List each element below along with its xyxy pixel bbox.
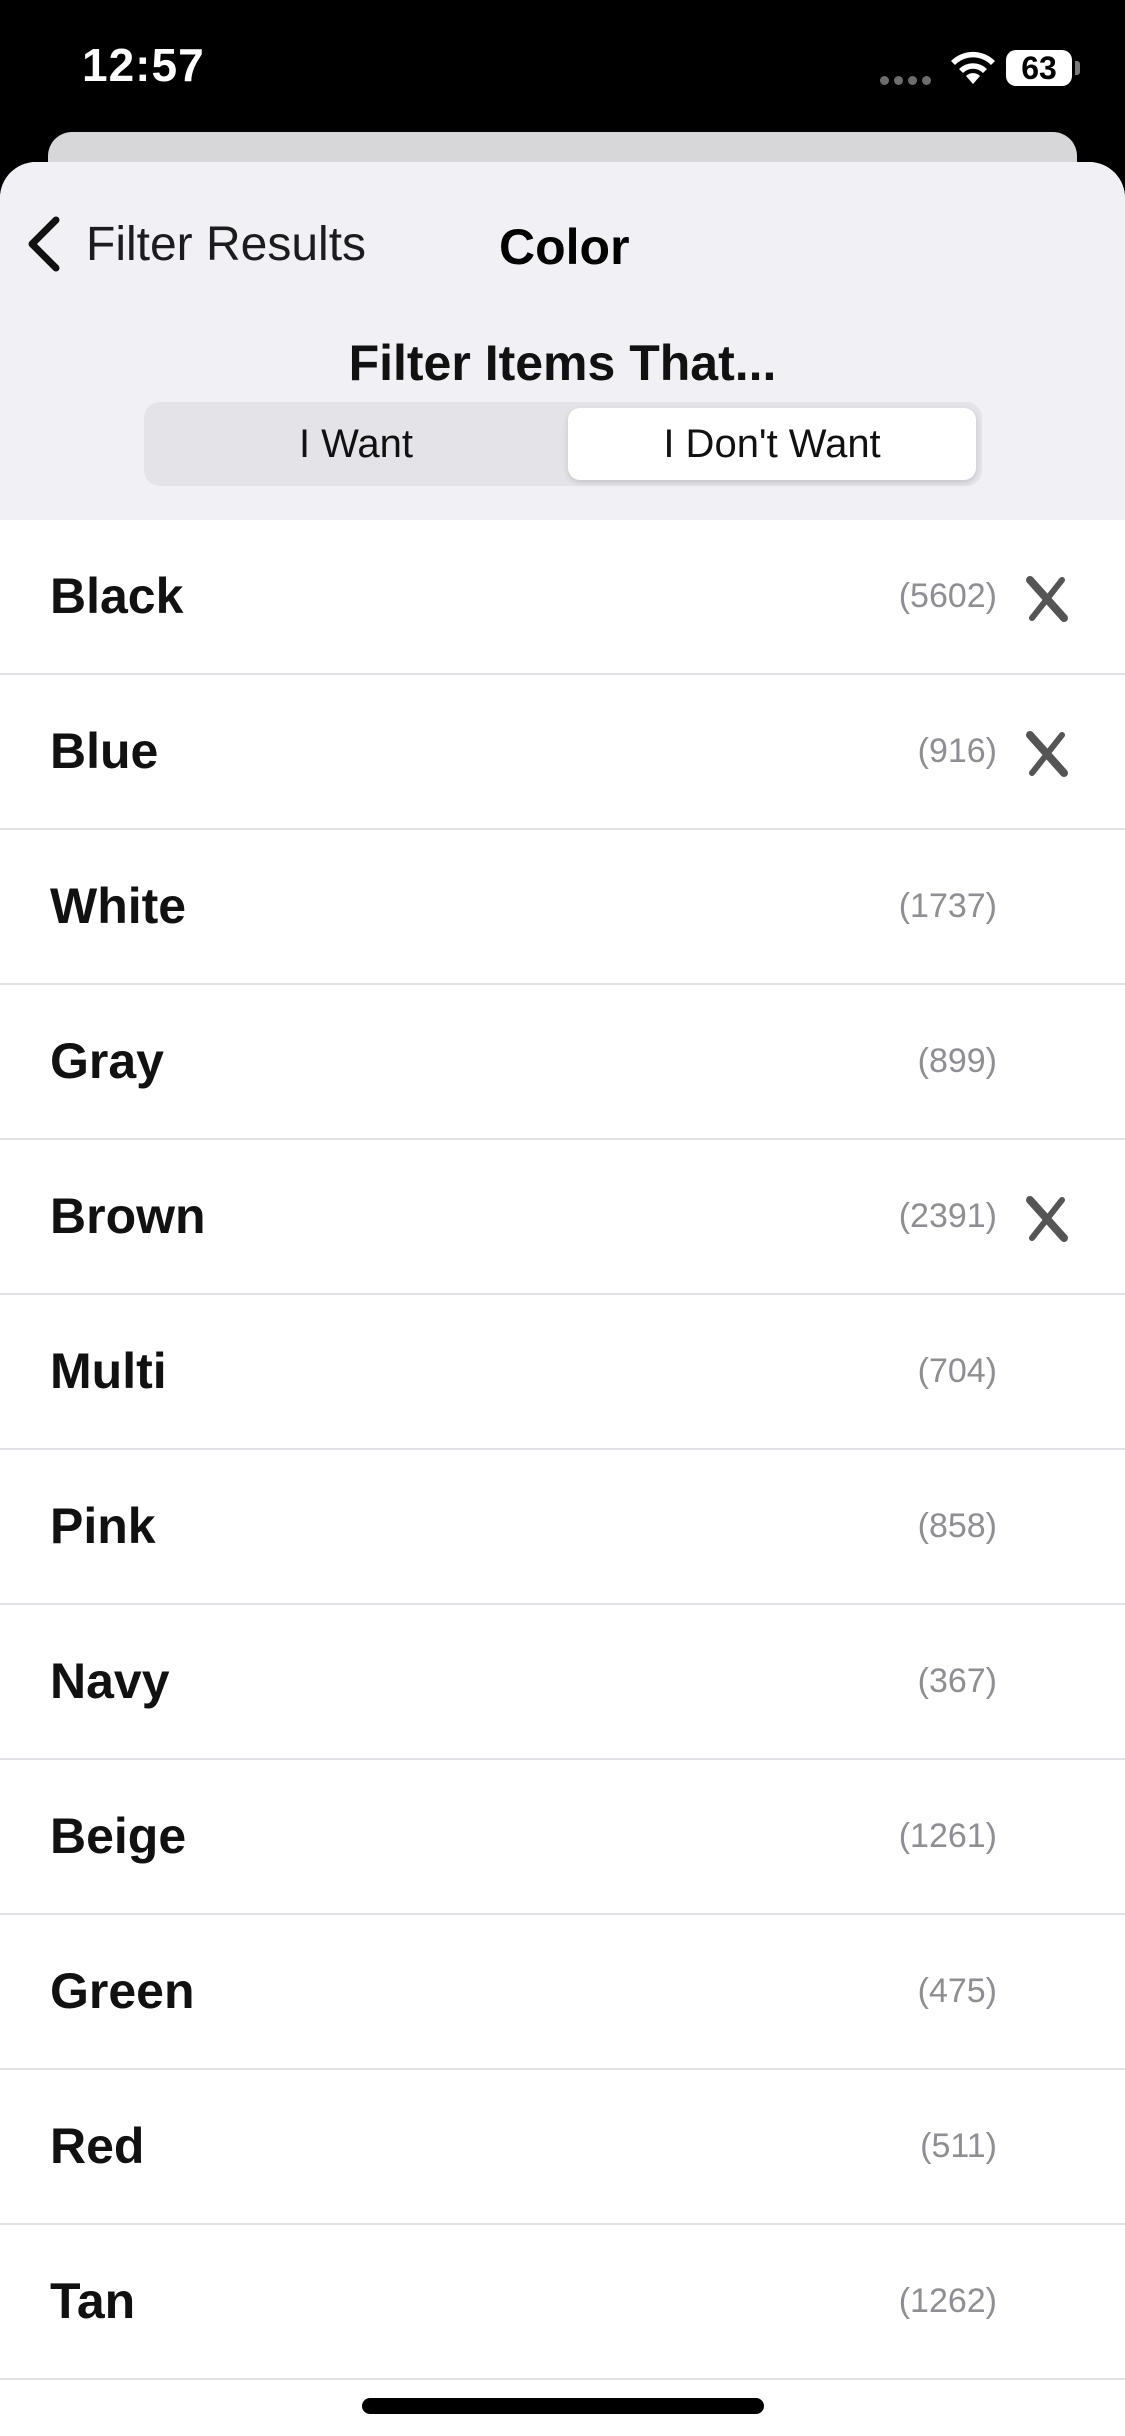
item-count: (704) xyxy=(917,1352,997,1390)
color-name: Navy xyxy=(50,1653,170,1709)
item-count: (858) xyxy=(917,1507,997,1545)
color-filter-sheet: Filter Results Color Filter Items That..… xyxy=(0,162,1125,2436)
color-row-black[interactable]: Black (5602) xyxy=(0,520,1125,675)
filter-mode-segmented-control: I Want I Don't Want xyxy=(144,402,982,486)
item-count: (367) xyxy=(917,1662,997,1700)
item-count: (1262) xyxy=(898,2282,997,2320)
color-row-navy[interactable]: Navy (367) xyxy=(0,1605,1125,1760)
color-name: Beige xyxy=(50,1808,187,1864)
color-name: Black xyxy=(50,568,184,624)
color-name: Pink xyxy=(50,1498,156,1554)
home-indicator[interactable] xyxy=(362,2398,764,2414)
x-icon xyxy=(1026,731,1068,777)
color-name: Brown xyxy=(50,1188,206,1244)
sheet-header: Filter Results Color Filter Items That..… xyxy=(0,162,1125,520)
color-name: Blue xyxy=(50,723,159,779)
color-name: Gray xyxy=(50,1033,164,1089)
segment-i-dont-want[interactable]: I Don't Want xyxy=(568,408,976,480)
back-button[interactable]: Filter Results xyxy=(24,208,366,280)
color-row-blue[interactable]: Blue (916) xyxy=(0,675,1125,830)
wifi-icon xyxy=(951,51,995,84)
chevron-left-icon xyxy=(28,216,60,272)
color-row-gray[interactable]: Gray (899) xyxy=(0,985,1125,1140)
item-count: (511) xyxy=(920,2127,997,2165)
color-row-multi[interactable]: Multi (704) xyxy=(0,1295,1125,1450)
color-row-green[interactable]: Green (475) xyxy=(0,1915,1125,2070)
color-name: Green xyxy=(50,1963,195,2019)
color-row-tan[interactable]: Tan (1262) xyxy=(0,2225,1125,2380)
item-count: (899) xyxy=(917,1042,997,1080)
item-count: (1261) xyxy=(898,1817,997,1855)
color-row-red[interactable]: Red (511) xyxy=(0,2070,1125,2225)
cellular-signal-icon xyxy=(880,76,932,86)
back-label: Filter Results xyxy=(86,217,367,271)
page-title: Color xyxy=(499,219,630,275)
battery-level: 63 xyxy=(1006,50,1072,86)
color-row-white[interactable]: White (1737) xyxy=(0,830,1125,985)
color-name: Red xyxy=(50,2118,145,2174)
color-name: White xyxy=(50,878,187,934)
item-count: (475) xyxy=(917,1972,997,2010)
item-count: (5602) xyxy=(898,577,997,615)
x-icon xyxy=(1026,576,1068,622)
color-list: Black (5602) Blue (916) White (1737) Gray (899)… xyxy=(0,520,1125,2380)
color-row-brown[interactable]: Brown (2391) xyxy=(0,1140,1125,1295)
color-row-pink[interactable]: Pink (858) xyxy=(0,1450,1125,1605)
item-count: (916) xyxy=(917,732,997,770)
segment-i-want[interactable]: I Want xyxy=(150,408,562,480)
item-count: (1737) xyxy=(898,887,997,925)
status-bar: 12:57 63 xyxy=(0,0,1125,140)
filter-heading: Filter Items That... xyxy=(348,335,777,391)
color-name: Multi xyxy=(50,1343,167,1399)
x-icon xyxy=(1026,1196,1068,1242)
color-name: Tan xyxy=(50,2273,136,2329)
item-count: (2391) xyxy=(898,1197,997,1235)
status-time: 12:57 xyxy=(82,39,205,91)
color-row-beige[interactable]: Beige (1261) xyxy=(0,1760,1125,1915)
battery-icon: 63 xyxy=(1006,50,1082,88)
